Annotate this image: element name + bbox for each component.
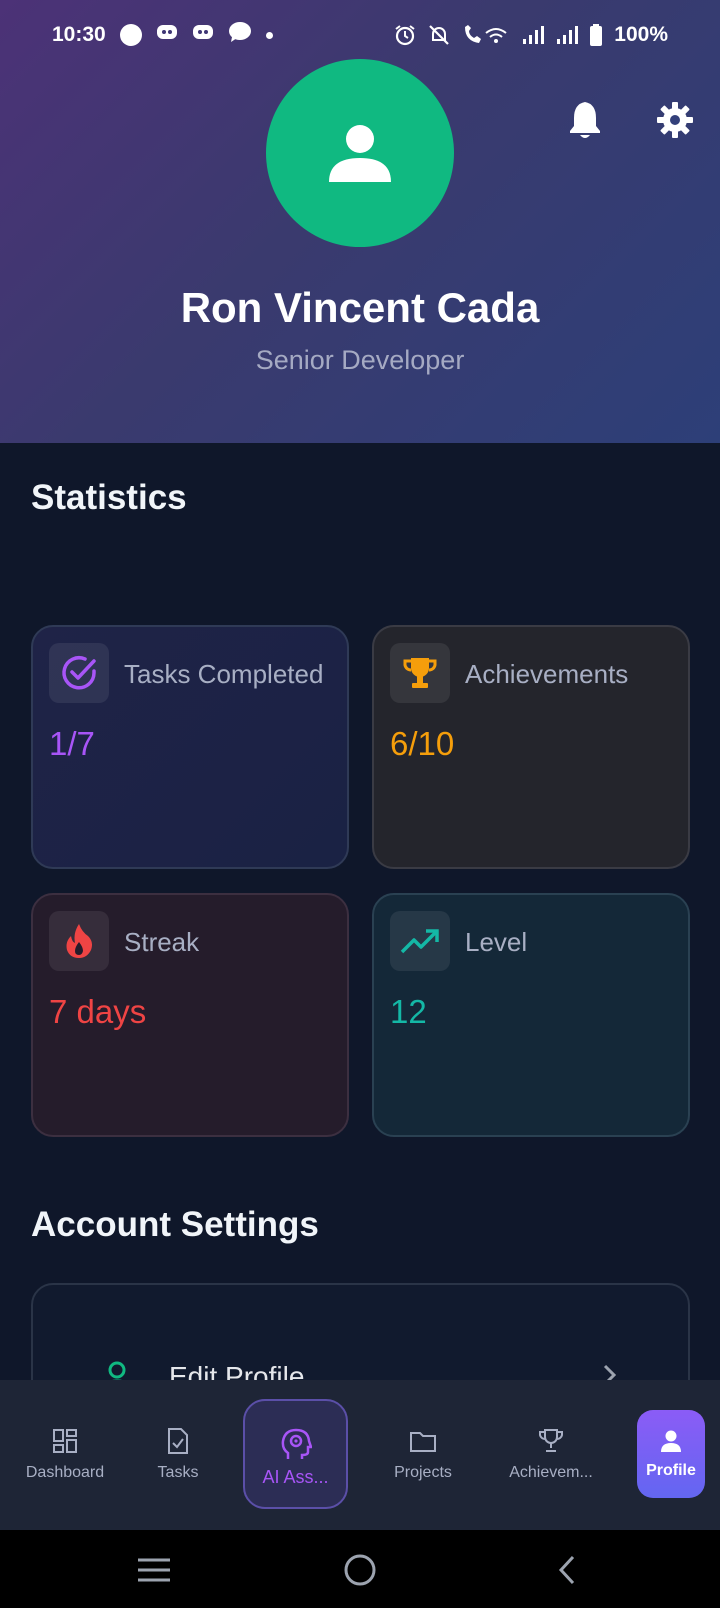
folder-icon [363, 1424, 483, 1458]
stat-card-tasks-completed[interactable]: Tasks Completed 1/7 [31, 625, 349, 869]
nav-label: Achievem... [509, 1464, 593, 1481]
stat-card-streak[interactable]: Streak 7 days [31, 893, 349, 1137]
nav-label: Profile [646, 1462, 696, 1479]
user-icon [329, 125, 391, 182]
nav-profile[interactable]: Profile [637, 1410, 705, 1498]
back-chevron-icon [558, 1555, 575, 1585]
stat-value: 6/10 [390, 725, 455, 762]
ai-head-icon [245, 1427, 346, 1461]
flame-icon [49, 911, 109, 971]
stat-label: Achievements [465, 659, 629, 689]
nav-label: Tasks [157, 1464, 199, 1481]
home-button[interactable] [340, 1552, 380, 1588]
settings-button[interactable] [651, 96, 699, 144]
nav-achievements[interactable]: Achievem... [491, 1424, 611, 1482]
stat-label: Streak [124, 927, 200, 957]
user-icon [637, 1424, 705, 1458]
discord-icon-2 [192, 23, 214, 47]
trophy-icon [390, 643, 450, 703]
system-nav-bar [0, 1530, 720, 1608]
bell-icon [570, 102, 600, 138]
bottom-nav: Dashboard Tasks AI Ass... Projects Achie… [0, 1380, 720, 1530]
stat-value: 7 days [49, 993, 147, 1030]
status-time: 10:30 [52, 23, 106, 46]
check-circle-icon [49, 643, 109, 703]
nav-label: Dashboard [25, 1464, 105, 1481]
recent-apps-button[interactable] [134, 1552, 174, 1588]
nav-label: Projects [394, 1464, 452, 1481]
battery-icon [590, 24, 603, 46]
battery-percent: 100% [614, 23, 668, 46]
wifi-call-icon [462, 24, 510, 46]
stat-value: 1/7 [49, 725, 95, 762]
nav-label: AI Ass... [262, 1467, 329, 1487]
nav-tasks[interactable]: Tasks [118, 1424, 238, 1482]
stat-value: 12 [390, 993, 427, 1030]
stat-card-achievements[interactable]: Achievements 6/10 [372, 625, 690, 869]
statistics-title: Statistics [31, 478, 187, 517]
trophy-icon [491, 1424, 611, 1458]
mute-icon [428, 24, 450, 46]
back-button[interactable] [547, 1552, 587, 1588]
user-name: Ron Vincent Cada [180, 284, 540, 331]
user-role: Senior Developer [255, 345, 465, 375]
nav-dashboard[interactable]: Dashboard [5, 1424, 125, 1482]
home-circle-icon [344, 1554, 376, 1586]
tasks-icon [118, 1424, 238, 1458]
discord-icon [156, 23, 178, 47]
profile-header: 10:30 100% Ron Vincent Cada Senior Devel… [0, 0, 720, 443]
trending-up-icon [390, 911, 450, 971]
notifications-button[interactable] [561, 96, 609, 144]
signal-icon [522, 25, 545, 45]
stat-label: Level [465, 927, 528, 957]
avatar[interactable] [266, 59, 454, 247]
nav-ai-assistant[interactable]: AI Ass... [243, 1399, 348, 1509]
signal-icon-2 [556, 25, 579, 45]
account-settings-title: Account Settings [31, 1205, 319, 1244]
chat-bubble-icon [228, 21, 252, 49]
notification-dot-icon [265, 31, 273, 39]
messenger-icon [119, 24, 142, 46]
stat-card-level[interactable]: Level 12 [372, 893, 690, 1137]
gear-icon [657, 102, 693, 138]
alarm-icon [394, 24, 416, 46]
nav-projects[interactable]: Projects [363, 1424, 483, 1482]
dashboard-icon [5, 1424, 125, 1458]
menu-icon [138, 1558, 170, 1582]
stat-label: Tasks Completed [124, 659, 324, 689]
